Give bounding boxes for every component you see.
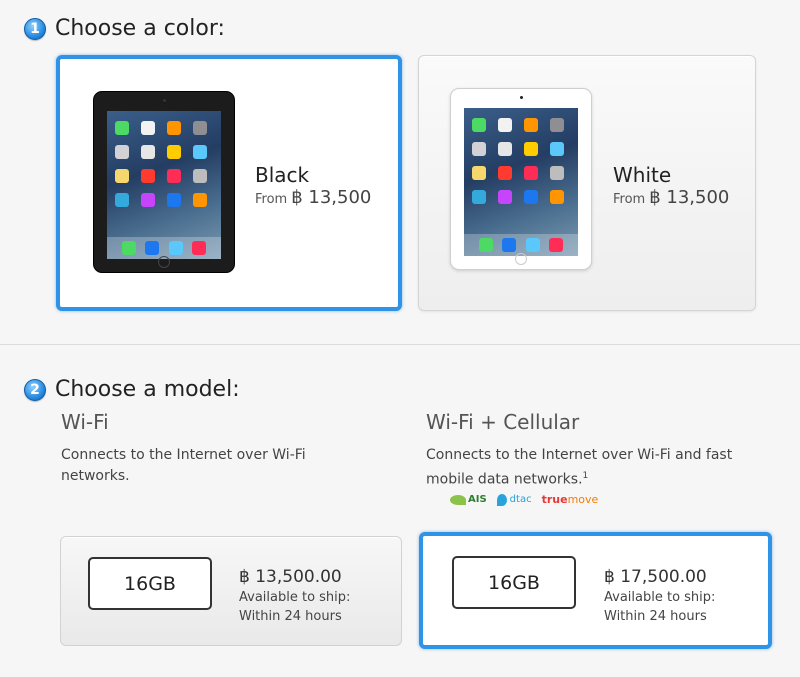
step-2-number-icon: 2 bbox=[24, 378, 46, 401]
ship-label: Available to ship: bbox=[604, 590, 716, 605]
description-text: Connects to the Internet over Wi-Fi and … bbox=[426, 447, 733, 488]
price-value: ฿ 13,500 bbox=[649, 187, 730, 208]
color-option-black[interactable]: Black From ฿ 13,500 bbox=[56, 55, 402, 311]
ipad-black-image bbox=[93, 91, 235, 273]
camera-icon bbox=[163, 99, 166, 102]
ais-logo: AIS bbox=[450, 494, 487, 505]
model-description-cellular: Connects to the Internet over Wi-Fi and … bbox=[426, 445, 771, 491]
dtac-logo: dtac bbox=[496, 493, 532, 506]
dtac-mark-icon bbox=[496, 493, 507, 506]
home-button-icon bbox=[158, 256, 170, 268]
ship-label: Available to ship: bbox=[239, 590, 351, 605]
capacity-badge: 16GB bbox=[452, 556, 576, 609]
ship-time: Within 24 hours bbox=[604, 609, 707, 624]
step-1-heading: 1 Choose a color: bbox=[24, 16, 225, 41]
model-title-cellular: Wi-Fi + Cellular bbox=[426, 410, 580, 434]
color-name-black: Black bbox=[255, 163, 310, 187]
ipad-screen bbox=[464, 108, 578, 256]
model-price: ฿ 13,500.00 bbox=[239, 567, 342, 587]
price-block-cellular: ฿ 17,500.00 Available to ship: Within 24… bbox=[604, 566, 715, 626]
color-option-white[interactable]: White From ฿ 13,500 bbox=[418, 55, 756, 311]
model-description-wifi: Connects to the Internet over Wi-Fi netw… bbox=[61, 447, 306, 484]
truemove-logo: truemove bbox=[542, 493, 599, 506]
footnote-marker[interactable]: 1 bbox=[583, 471, 589, 481]
model-option-cellular[interactable]: 16GB ฿ 17,500.00 Available to ship: With… bbox=[419, 532, 772, 649]
price-block-wifi: ฿ 13,500.00 Available to ship: Within 24… bbox=[239, 566, 350, 626]
step-2-title: Choose a model: bbox=[55, 377, 240, 402]
ais-swoosh-icon bbox=[450, 494, 466, 505]
from-label: From bbox=[613, 192, 646, 207]
ship-time: Within 24 hours bbox=[239, 609, 342, 624]
from-label: From bbox=[255, 192, 288, 207]
color-name-white: White bbox=[613, 163, 672, 187]
model-title-wifi: Wi-Fi bbox=[61, 410, 109, 434]
dtac-label: dtac bbox=[509, 494, 532, 505]
carrier-logos: AIS dtac truemove bbox=[450, 493, 598, 506]
color-price-black: From ฿ 13,500 bbox=[255, 187, 371, 208]
step-1-number-icon: 1 bbox=[24, 17, 46, 40]
section-divider bbox=[0, 344, 800, 345]
truemove-label-a: true bbox=[541, 493, 568, 506]
price-value: ฿ 13,500 bbox=[291, 187, 372, 208]
truemove-label-b: move bbox=[567, 493, 599, 506]
home-button-icon bbox=[515, 253, 527, 265]
ipad-white-image bbox=[450, 88, 592, 270]
color-price-white: From ฿ 13,500 bbox=[613, 187, 729, 208]
capacity-badge: 16GB bbox=[88, 557, 212, 610]
model-option-wifi[interactable]: 16GB ฿ 13,500.00 Available to ship: With… bbox=[60, 536, 402, 646]
step-2-heading: 2 Choose a model: bbox=[24, 377, 240, 402]
camera-icon bbox=[520, 96, 523, 99]
model-price: ฿ 17,500.00 bbox=[604, 567, 707, 587]
ais-label: AIS bbox=[468, 494, 487, 505]
step-1-title: Choose a color: bbox=[55, 16, 225, 41]
ipad-screen bbox=[107, 111, 221, 259]
